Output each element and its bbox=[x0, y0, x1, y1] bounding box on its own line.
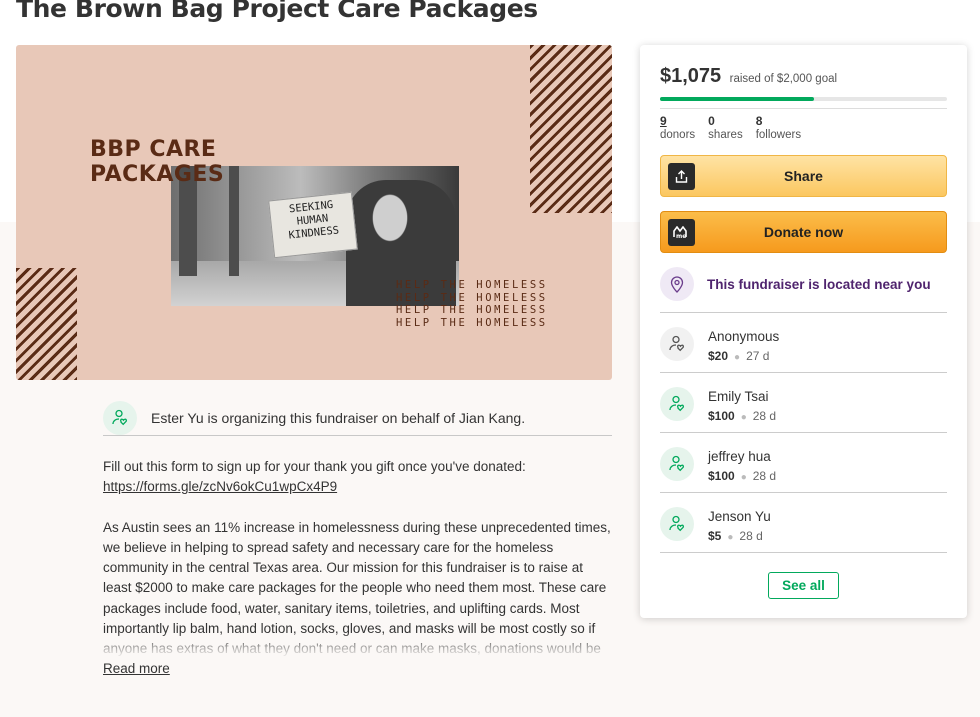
donor-row: jeffrey hua $100 ● 28 d bbox=[660, 433, 947, 493]
stat-donors-value: 9 bbox=[660, 114, 667, 128]
stat-donors-label: donors bbox=[660, 129, 696, 141]
story: Fill out this form to sign up for your t… bbox=[103, 457, 615, 657]
goal-text: raised of $2,000 goal bbox=[729, 73, 838, 85]
donor-amount: $100 bbox=[708, 409, 735, 423]
stats-row: 9 donors 0 shares 8 followers bbox=[660, 114, 814, 142]
read-more-link[interactable]: Read more bbox=[103, 661, 170, 676]
gofundme-logo-icon: me bbox=[668, 219, 695, 246]
donor-time: 28 d bbox=[739, 529, 763, 543]
separator-dot: ● bbox=[740, 472, 747, 483]
donor-meta: $100 ● 28 d bbox=[708, 469, 776, 483]
hand-heart-icon bbox=[660, 447, 694, 481]
hand-heart-icon bbox=[660, 507, 694, 541]
progress-fill bbox=[660, 97, 815, 101]
location-notice: This fundraiser is located near you bbox=[660, 267, 947, 313]
hero-image: BBP CARE PACKAGES SEEKING HUMAN KINDNESS… bbox=[16, 45, 612, 380]
donor-name: Emily Tsai bbox=[708, 389, 769, 404]
donate-button-label: Donate now bbox=[763, 224, 844, 240]
donor-name: Anonymous bbox=[708, 329, 780, 344]
signup-form-link[interactable]: https://forms.gle/zcNv6okCu1wpCx4P9 bbox=[103, 479, 337, 494]
story-intro: Fill out this form to sign up for your t… bbox=[103, 457, 615, 498]
share-button-label: Share bbox=[784, 168, 823, 184]
donor-name: Jenson Yu bbox=[708, 509, 771, 524]
donor-amount: $5 bbox=[708, 529, 722, 543]
share-upload-icon bbox=[668, 163, 695, 190]
see-all-button[interactable]: See all bbox=[768, 572, 839, 599]
separator-dot: ● bbox=[740, 412, 747, 423]
stripe-pattern-top-right bbox=[530, 45, 612, 213]
page-title: The Brown Bag Project Care Packages bbox=[16, 0, 538, 23]
svg-text:me: me bbox=[676, 233, 686, 239]
donor-meta: $100 ● 28 d bbox=[708, 409, 776, 423]
separator-dot: ● bbox=[734, 352, 741, 363]
donor-name: jeffrey hua bbox=[708, 449, 771, 464]
hero-repeat-line: HELP THE HOMELESS bbox=[396, 279, 548, 291]
stat-followers: 8 followers bbox=[756, 114, 801, 142]
share-button[interactable]: Share bbox=[660, 155, 947, 197]
stat-followers-label: followers bbox=[755, 129, 802, 141]
donor-row: Jenson Yu $5 ● 28 d bbox=[660, 493, 947, 553]
donor-info: Jenson Yu $5 ● 28 d bbox=[708, 509, 771, 543]
hero-headline-line2: PACKAGES bbox=[90, 162, 225, 187]
story-fade bbox=[103, 632, 615, 658]
hand-heart-icon bbox=[103, 401, 137, 435]
location-pin-icon bbox=[660, 267, 694, 301]
donor-meta: $20 ● 27 d bbox=[708, 349, 779, 363]
stat-followers-value: 8 bbox=[755, 114, 763, 128]
donor-row: Anonymous $20 ● 27 d bbox=[660, 313, 947, 373]
hand-heart-icon bbox=[660, 387, 694, 421]
donor-row: Emily Tsai $100 ● 28 d bbox=[660, 373, 947, 433]
hero-headline: BBP CARE PACKAGES bbox=[90, 137, 270, 187]
stat-shares-value: 0 bbox=[708, 114, 715, 128]
donor-meta: $5 ● 28 d bbox=[708, 529, 771, 543]
hero-repeat-line: HELP THE HOMELESS bbox=[396, 304, 548, 317]
hero-repeat-line: HELP THE HOMELESS bbox=[396, 317, 548, 330]
donor-amount: $100 bbox=[708, 469, 735, 483]
hero-headline-line1: BBP CARE bbox=[90, 137, 217, 162]
donor-time: 27 d bbox=[746, 349, 770, 363]
donor-info: Emily Tsai $100 ● 28 d bbox=[708, 389, 776, 423]
amount-raised: $1,075 raised of $2,000 goal bbox=[660, 65, 837, 88]
donate-now-button[interactable]: me Donate now bbox=[660, 211, 947, 253]
separator-dot: ● bbox=[727, 532, 734, 543]
donor-amount: $20 bbox=[708, 349, 729, 363]
progress-bar bbox=[660, 97, 947, 101]
story-intro-text: Fill out this form to sign up for your t… bbox=[103, 459, 526, 474]
organizer-row: Ester Yu is organizing this fundraiser o… bbox=[103, 401, 612, 436]
stats-divider bbox=[660, 108, 947, 109]
stat-shares-label: shares bbox=[708, 129, 743, 141]
organizer-text: Ester Yu is organizing this fundraiser o… bbox=[151, 410, 526, 426]
stripe-pattern-bottom-left bbox=[16, 268, 77, 380]
stat-shares: 0 shares bbox=[708, 114, 743, 142]
donor-info: Anonymous $20 ● 27 d bbox=[708, 329, 779, 363]
hero-repeat-line: HELP THE HOMELESS bbox=[396, 291, 548, 304]
donation-sidebar: $1,075 raised of $2,000 goal 9 donors 0 … bbox=[640, 45, 967, 618]
donor-info: jeffrey hua $100 ● 28 d bbox=[708, 449, 776, 483]
hand-heart-icon bbox=[660, 327, 694, 361]
donor-time: 28 d bbox=[752, 469, 777, 483]
location-notice-text: This fundraiser is located near you bbox=[707, 277, 931, 292]
stat-donors[interactable]: 9 donors bbox=[660, 114, 695, 142]
raised-amount: $1,075 bbox=[660, 65, 722, 87]
hero-repeat-text: HELP THE HOMELESS HELP THE HOMELESS HELP… bbox=[396, 279, 548, 330]
donor-time: 28 d bbox=[752, 409, 777, 423]
photo-sign: SEEKING HUMAN KINDNESS bbox=[268, 191, 358, 259]
